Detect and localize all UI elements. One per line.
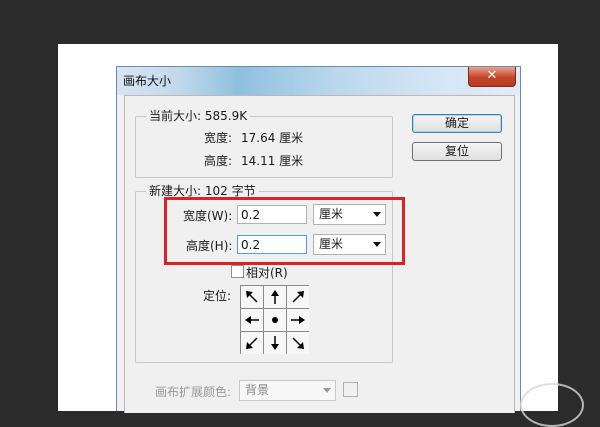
arrow-sw-icon	[246, 337, 258, 349]
close-button[interactable]: ✕	[468, 67, 516, 87]
watermark-logo	[520, 383, 584, 427]
anchor-cell-se[interactable]	[287, 332, 309, 354]
extension-color-value: 背景	[245, 383, 270, 397]
close-icon: ✕	[486, 68, 498, 83]
arrow-nw-icon	[246, 291, 258, 303]
current-size-legend: 当前大小: 585.9K	[146, 107, 251, 124]
chevron-down-icon	[323, 388, 331, 393]
anchor-cell-nw[interactable]	[241, 286, 263, 308]
arrow-s-icon	[271, 336, 279, 350]
anchor-grid	[240, 285, 309, 354]
highlight-annotation	[164, 197, 405, 265]
reset-button[interactable]: 复位	[412, 142, 502, 161]
ok-button[interactable]: 确定	[412, 114, 502, 133]
arrow-ne-icon	[292, 291, 304, 303]
arrow-n-icon	[271, 290, 279, 304]
dialog-title: 画布大小	[123, 74, 172, 88]
current-width-value: 17.64 厘米	[241, 131, 304, 145]
anchor-cell-ne[interactable]	[287, 286, 309, 308]
arrow-e-icon	[291, 316, 305, 324]
relative-checkbox[interactable]	[231, 265, 244, 278]
arrow-w-icon	[245, 316, 259, 324]
anchor-dot-icon	[272, 317, 278, 323]
arrow-se-icon	[292, 337, 304, 349]
current-height-value: 14.11 厘米	[241, 154, 304, 168]
anchor-cell-w[interactable]	[241, 309, 263, 331]
anchor-cell-center[interactable]	[264, 309, 286, 331]
anchor-cell-sw[interactable]	[241, 332, 263, 354]
color-swatch[interactable]	[343, 382, 358, 397]
extension-color-label: 画布扩展颜色:	[155, 385, 232, 399]
anchor-cell-e[interactable]	[287, 309, 309, 331]
title-bar[interactable]: 画布大小 ✕	[117, 67, 520, 95]
extension-color-select[interactable]: 背景	[239, 380, 336, 401]
anchor-cell-s[interactable]	[264, 332, 286, 354]
anchor-label: 定位:	[203, 289, 232, 303]
relative-label[interactable]: 相对(R)	[246, 264, 288, 281]
current-height-label: 高度:	[204, 154, 233, 168]
current-width-label: 宽度:	[204, 131, 233, 145]
anchor-cell-n[interactable]	[264, 286, 286, 308]
